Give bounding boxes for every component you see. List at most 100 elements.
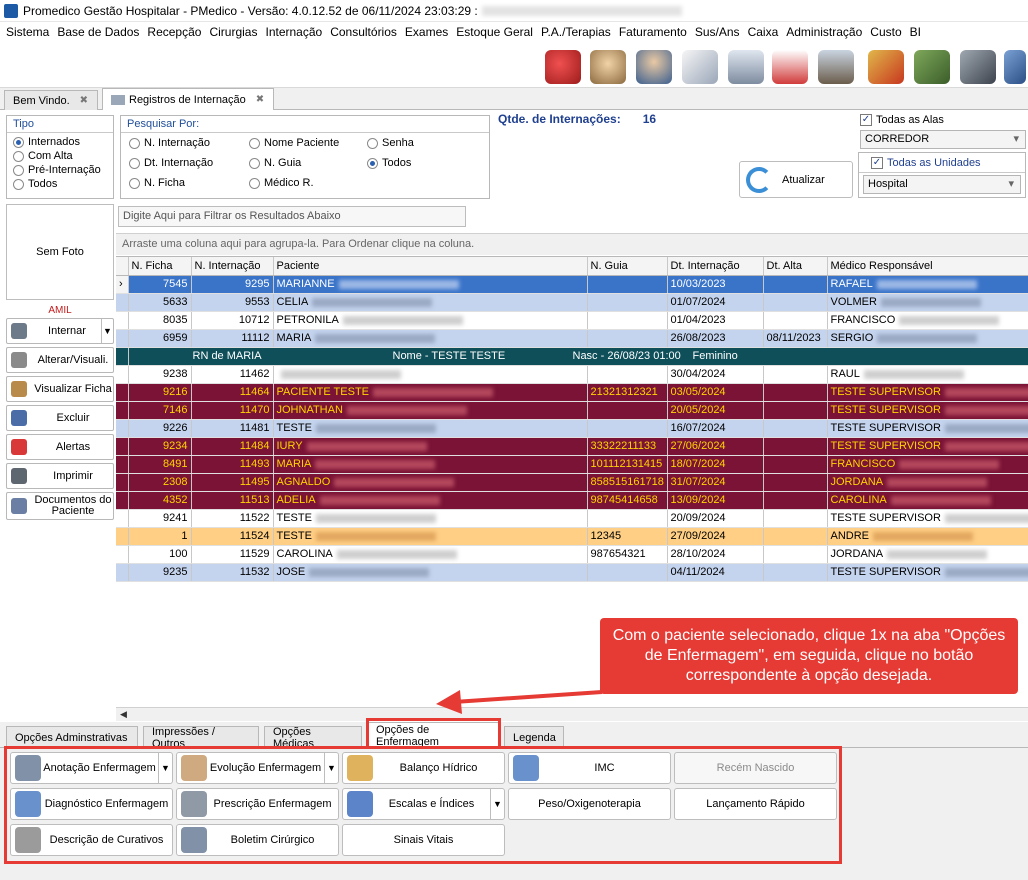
pesquisar-option[interactable]: N. Internação — [129, 137, 210, 149]
table-cell[interactable]: TESTE — [273, 527, 588, 546]
table-cell[interactable]: 987654321 — [587, 545, 668, 564]
table-cell[interactable] — [763, 527, 828, 546]
table-cell[interactable]: 04/11/2024 — [667, 563, 764, 582]
table-row[interactable]: 4352 11513 ADELIA 98745414658 13/09/2024 CARO… — [116, 491, 1028, 510]
table-cell[interactable]: 21321312321 — [587, 383, 668, 402]
table-cell[interactable] — [763, 311, 828, 330]
table-cell[interactable]: 11470 — [191, 401, 274, 420]
growth-chart-icon[interactable] — [868, 50, 904, 84]
table-cell[interactable] — [763, 401, 828, 420]
ambulance-icon[interactable] — [772, 50, 808, 84]
table-cell[interactable] — [587, 419, 668, 438]
side-button[interactable]: Alertas — [6, 434, 114, 460]
menu-item[interactable]: Caixa — [744, 25, 783, 39]
table-row[interactable]: 9235 11532 JOSE 04/11/2024 TESTE SUPERVISOR — [116, 563, 1028, 582]
pesquisar-option[interactable]: Senha — [367, 137, 414, 149]
table-cell[interactable]: 9216 — [128, 383, 192, 402]
tipo-option[interactable]: Internados — [13, 136, 107, 148]
table-cell[interactable]: 33322211133 — [587, 437, 668, 456]
table-cell[interactable]: 11524 — [191, 527, 274, 546]
table-cell[interactable]: TESTE SUPERVISOR — [827, 383, 1028, 402]
table-cell[interactable] — [763, 293, 828, 312]
table-cell[interactable]: TESTE SUPERVISOR — [827, 563, 1028, 582]
table-cell[interactable]: 11462 — [191, 365, 274, 384]
table-cell[interactable]: 1 — [128, 527, 192, 546]
table-cell[interactable]: 7146 — [128, 401, 192, 420]
table-cell[interactable]: 13/09/2024 — [667, 491, 764, 510]
table-cell[interactable]: 11481 — [191, 419, 274, 438]
table-cell[interactable]: TESTE SUPERVISOR — [827, 509, 1028, 528]
table-cell[interactable]: 8035 — [128, 311, 192, 330]
table-row[interactable]: 9241 11522 TESTE 20/09/2024 TESTE SUPERVISOR — [116, 509, 1028, 528]
table-row[interactable]: 9226 11481 TESTE 16/07/2024 TESTE SUPERVISOR — [116, 419, 1028, 438]
menu-item[interactable]: Administração — [782, 25, 866, 39]
table-cell[interactable]: 11529 — [191, 545, 274, 564]
table-cell[interactable]: TESTE SUPERVISOR — [827, 437, 1028, 456]
table-cell[interactable]: JOSE — [273, 563, 588, 582]
table-cell[interactable] — [763, 365, 828, 384]
table-cell[interactable]: 9235 — [128, 563, 192, 582]
table-cell[interactable]: 30/04/2024 — [667, 365, 764, 384]
table-cell[interactable]: 9234 — [128, 437, 192, 456]
menu-item[interactable]: Base de Dados — [53, 25, 143, 39]
table-cell[interactable]: 20/05/2024 — [667, 401, 764, 420]
table-cell[interactable]: ADELIA — [273, 491, 588, 510]
column-header[interactable]: Dt. Alta — [763, 257, 828, 276]
column-header[interactable]: N. Guia — [587, 257, 668, 276]
table-cell[interactable]: 28/10/2024 — [667, 545, 764, 564]
table-row[interactable]: 7146 11470 JOHNATHAN 20/05/2024 TESTE SUPERV… — [116, 401, 1028, 420]
table-cell[interactable]: 20/09/2024 — [667, 509, 764, 528]
table-cell[interactable] — [587, 329, 668, 348]
menu-item[interactable]: BI — [906, 25, 925, 39]
tab-registros-internacao[interactable]: Registros de Internação ✖ — [102, 88, 274, 110]
table-cell[interactable]: 11493 — [191, 455, 274, 474]
table-cell[interactable] — [273, 365, 588, 384]
bottom-tab[interactable]: Opções Adminstrativas — [6, 726, 138, 748]
printer-icon[interactable] — [728, 50, 764, 84]
pesquisar-option[interactable]: N. Guia — [249, 157, 301, 169]
table-cell[interactable] — [763, 455, 828, 474]
side-button[interactable]: Visualizar Ficha — [6, 376, 114, 402]
table-cell[interactable]: FRANCISCO — [827, 311, 1028, 330]
table-cell[interactable]: 11513 — [191, 491, 274, 510]
pesquisar-option[interactable]: N. Ficha — [129, 177, 185, 189]
ala-select[interactable]: CORREDOR — [860, 130, 1026, 149]
table-cell[interactable]: 26/08/2023 — [667, 329, 764, 348]
card-terminal-icon[interactable] — [1004, 50, 1026, 84]
table-cell[interactable] — [587, 365, 668, 384]
menu-item[interactable]: Estoque Geral — [452, 25, 537, 39]
atualizar-button[interactable]: Atualizar — [739, 161, 853, 198]
table-row[interactable]: 8035 10712 PETRONILA 01/04/2023 FRANCISCO — [116, 311, 1028, 330]
menu-item[interactable]: Recepção — [143, 25, 205, 39]
table-cell[interactable] — [587, 275, 668, 294]
table-cell[interactable] — [763, 383, 828, 402]
column-header[interactable]: Dt. Internação — [667, 257, 764, 276]
table-cell[interactable]: JORDANA — [827, 545, 1028, 564]
table-cell[interactable] — [763, 419, 828, 438]
side-button[interactable]: Alterar/Visuali. — [6, 347, 114, 373]
menu-item[interactable]: Custo — [866, 25, 905, 39]
menu-item[interactable]: Exames — [401, 25, 452, 39]
table-cell[interactable]: AGNALDO — [273, 473, 588, 492]
column-header[interactable]: N. Internação — [191, 257, 274, 276]
table-row[interactable]: RN de MARIA Nome - TESTE TESTE Nasc - 26/0… — [116, 347, 1028, 366]
table-cell[interactable] — [763, 437, 828, 456]
table-cell[interactable] — [587, 509, 668, 528]
table-cell[interactable] — [763, 509, 828, 528]
table-cell[interactable]: JORDANA — [827, 473, 1028, 492]
filter-input[interactable]: Digite Aqui para Filtrar os Resultados A… — [118, 206, 466, 227]
table-cell[interactable]: 18/07/2024 — [667, 455, 764, 474]
table-cell[interactable]: RAFAEL — [827, 275, 1028, 294]
dropdown-arrow-icon[interactable]: ▼ — [101, 319, 113, 343]
tipo-option[interactable]: Pré-Internação — [13, 164, 107, 176]
table-cell[interactable] — [587, 311, 668, 330]
table-cell[interactable]: RAUL — [827, 365, 1028, 384]
reception-icon[interactable] — [590, 50, 626, 84]
money-icon[interactable] — [914, 50, 950, 84]
table-cell[interactable] — [763, 545, 828, 564]
todas-alas-checkbox[interactable]: ✓ Todas as Alas — [860, 112, 1026, 128]
bottom-tab[interactable]: Opções Médicas — [264, 726, 362, 750]
table-cell[interactable]: ANDRE — [827, 527, 1028, 546]
todas-unidades-checkbox[interactable]: ✓ Todas as Unidades — [859, 153, 1025, 173]
close-icon[interactable]: ✖ — [80, 95, 88, 106]
